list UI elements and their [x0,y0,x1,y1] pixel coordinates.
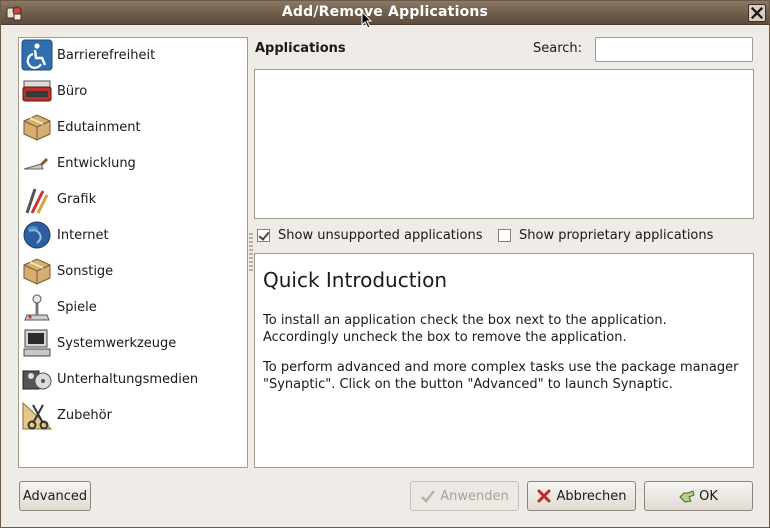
advanced-button[interactable]: Advanced [19,481,91,511]
ok-hand-icon [679,490,695,503]
category-item-systemwerkzeuge[interactable]: Systemwerkzeuge [21,326,245,360]
category-label: Entwicklung [57,155,136,171]
close-icon[interactable] [748,4,766,22]
cancel-button[interactable]: Abbrechen [527,481,636,511]
category-item-entwicklung[interactable]: Entwicklung [21,146,245,180]
show-proprietary-label[interactable]: Show proprietary applications [519,228,713,243]
category-label: Barrierefreiheit [57,47,156,63]
category-label: Büro [57,83,88,99]
category-item-barrierefreiheit[interactable]: Barrierefreiheit [21,38,245,72]
category-item-edutainment[interactable]: Edutainment [21,110,245,144]
show-unsupported-label[interactable]: Show unsupported applications [278,228,482,243]
intro-heading: Quick Introduction [263,268,448,292]
package-box-icon [23,258,51,285]
category-label: Grafik [57,191,97,207]
checkmark-icon [421,490,436,503]
category-item-unterhaltungsmedien[interactable]: Unterhaltungsmedien [21,362,245,396]
quick-introduction-panel: Quick Introduction To install an applica… [254,253,754,468]
category-item-sonstige[interactable]: Sonstige [21,254,245,288]
intro-paragraph-synaptic: To perform advanced and more complex tas… [263,360,739,392]
cancel-x-icon [537,489,551,503]
category-label: Zubehör [57,407,112,423]
category-label: Systemwerkzeuge [57,335,177,351]
search-input[interactable] [595,37,753,62]
joystick-icon [24,294,50,321]
window-title: Add/Remove Applications [281,4,489,20]
checkbox-unchecked-icon[interactable] [498,229,511,242]
pane-resize-handle-horizontal[interactable] [484,247,524,251]
category-label: Spiele [57,299,97,315]
category-item-buero[interactable]: Büro [21,74,245,108]
search-label: Search: [533,41,583,56]
ok-button[interactable]: OK [644,481,753,511]
advanced-button-label: Advanced [22,488,88,504]
category-item-spiele[interactable]: Spiele [21,290,245,324]
apply-button[interactable]: Anwenden [410,481,519,511]
package-box-icon [23,114,51,141]
computer-icon [23,329,51,357]
category-item-grafik[interactable]: Grafik [21,182,245,216]
brushes-icon [25,188,49,214]
globe-icon [23,221,51,249]
application-list[interactable] [254,69,754,219]
apply-button-label: Anwenden [440,488,509,504]
checkbox-checked-icon[interactable] [257,229,270,242]
title-bar[interactable]: Add/Remove Applications [1,1,769,25]
show-proprietary-checkbox[interactable]: Show proprietary applications [498,228,713,243]
trowel-icon [23,157,49,170]
applications-heading: Applications [255,41,346,56]
category-item-zubehoer[interactable]: Zubehör [21,398,245,432]
mouse-pointer-icon [361,11,373,29]
cancel-button-label: Abbrechen [556,488,627,504]
category-item-internet[interactable]: Internet [21,218,245,252]
category-label: Edutainment [57,119,141,135]
scissors-icon [22,401,53,430]
intro-paragraph-install: To install an application check the box … [263,313,667,345]
show-unsupported-checkbox[interactable]: Show unsupported applications [257,228,482,243]
media-icon [22,370,52,390]
category-label: Sonstige [57,263,114,279]
ok-button-label: OK [699,488,718,504]
pane-resize-handle-vertical[interactable] [249,231,253,271]
accessibility-icon [21,39,53,71]
category-label: Internet [57,227,109,243]
category-label: Unterhaltungsmedien [57,371,199,387]
add-remove-window: Add/Remove Applications Barrierefreiheit… [0,0,770,528]
typewriter-icon [22,80,52,102]
category-list[interactable]: Barrierefreiheit Büro Edutainment Entwic… [18,37,248,468]
